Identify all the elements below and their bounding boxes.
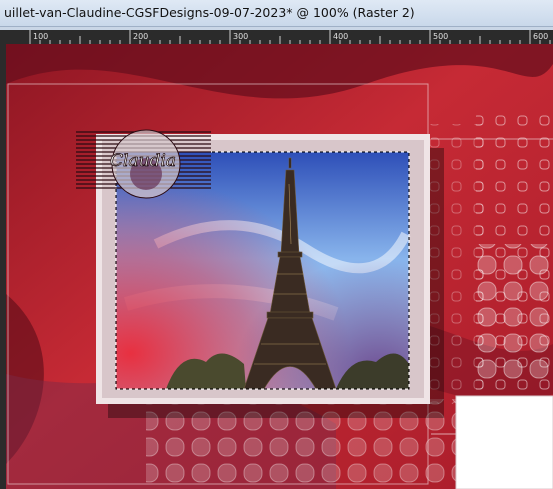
ruler-label-600: 600: [533, 32, 548, 41]
claudia-logo-icon: Claudia: [76, 129, 211, 199]
image-canvas[interactable]: Claudia: [6, 44, 553, 489]
window-title: uillet-van-Claudine-CGSFDesigns-09-07-20…: [4, 5, 415, 20]
ruler-label-300: 300: [233, 32, 248, 41]
watermark-text: Claudia: [110, 151, 176, 171]
dot-grid-right: [476, 244, 553, 384]
ruler-label-200: 200: [133, 32, 148, 41]
white-box: [455, 395, 553, 489]
ruler-label-400: 400: [333, 32, 348, 41]
ruler-label-500: 500: [433, 32, 448, 41]
ruler-ticks: 100 200 300 400 500 600: [29, 30, 551, 44]
canvas-artwork: Claudia: [6, 44, 553, 489]
window-titlebar[interactable]: uillet-van-Claudine-CGSFDesigns-09-07-20…: [0, 0, 553, 27]
ruler-label-100: 100: [33, 32, 48, 41]
horizontal-ruler[interactable]: 100 200 300 400 500 600: [0, 30, 553, 44]
